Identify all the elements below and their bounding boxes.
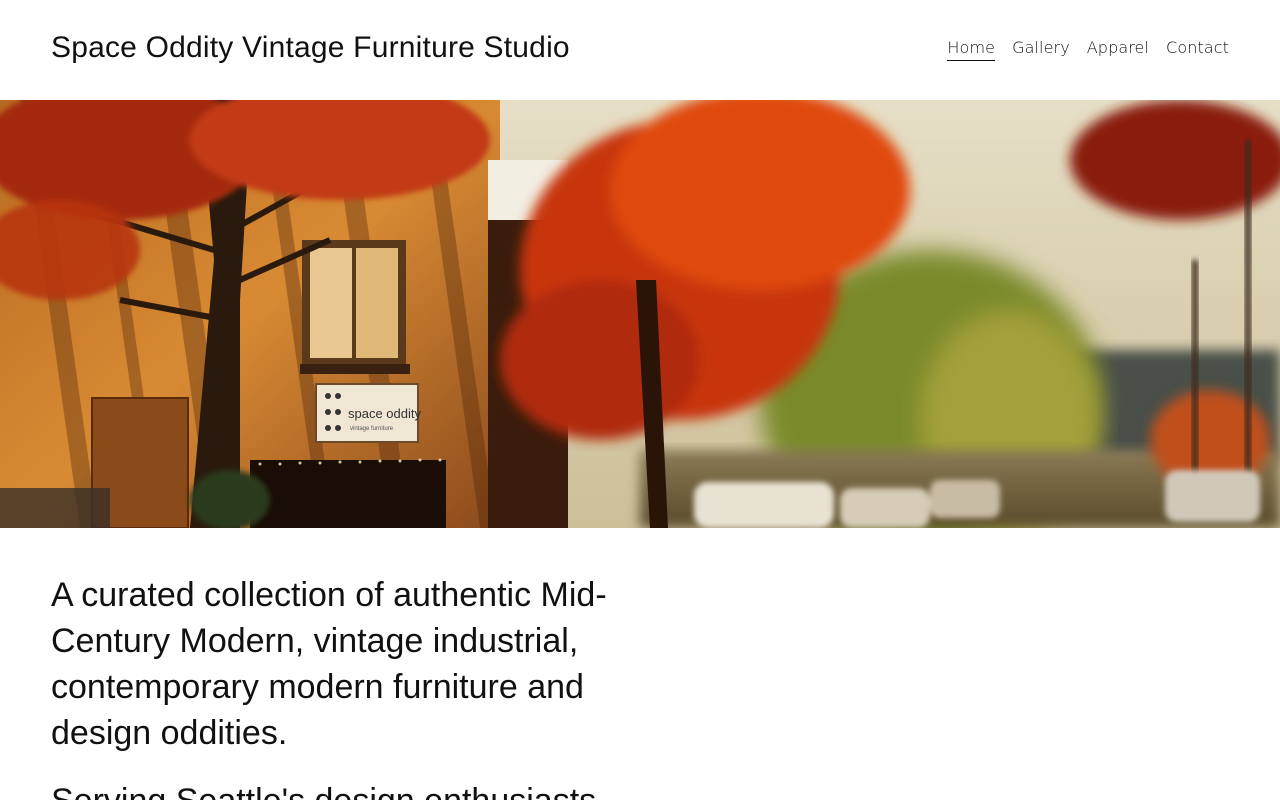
hero-image: space oddity vintage furniture [0, 100, 1280, 528]
nav-gallery[interactable]: Gallery [1012, 38, 1070, 61]
main-nav: Home Gallery Apparel Contact [947, 38, 1229, 61]
storefront-sign-text: space oddity [348, 406, 421, 421]
nav-contact[interactable]: Contact [1166, 38, 1229, 61]
intro-paragraph: A curated collection of authentic Mid-Ce… [51, 576, 607, 752]
autumn-street-photo: space oddity vintage furniture [0, 100, 1280, 528]
site-title[interactable]: Space Oddity Vintage Furniture Studio [51, 31, 570, 65]
site-header: Space Oddity Vintage Furniture Studio Ho… [0, 0, 1280, 100]
nav-apparel[interactable]: Apparel [1087, 38, 1149, 61]
main-content: A curated collection of authentic Mid-Ce… [51, 572, 651, 800]
nav-home[interactable]: Home [947, 38, 996, 61]
second-paragraph: Serving Seattle's design enthusiasts [51, 778, 651, 800]
storefront-sign-subtext: vintage furniture [350, 426, 394, 432]
